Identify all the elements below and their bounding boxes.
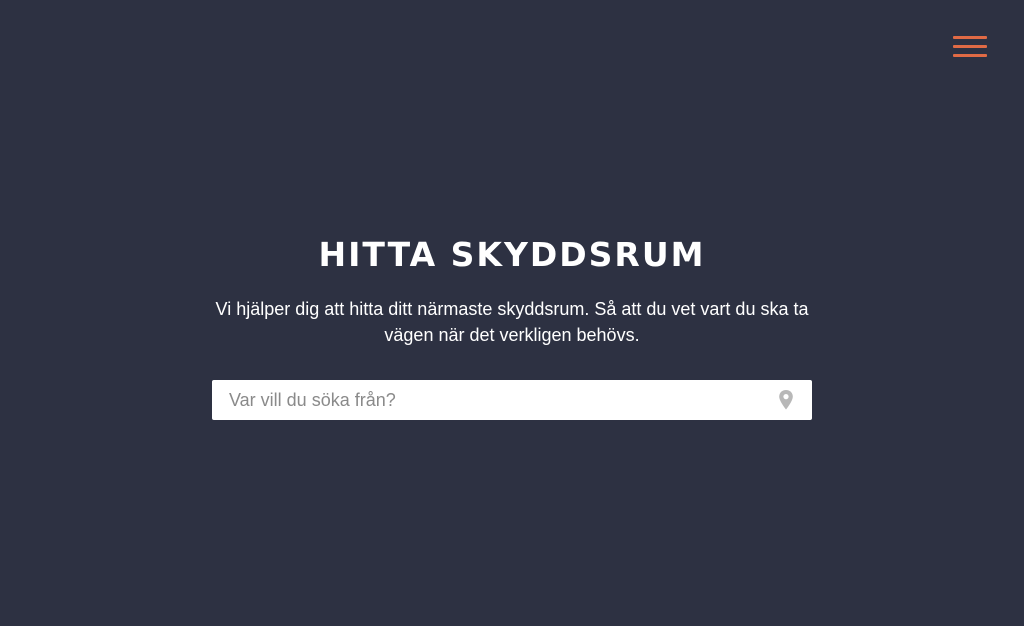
page-title: HITTA SKYDDSRUM	[318, 235, 706, 274]
hamburger-menu-icon	[953, 36, 987, 39]
menu-bar-bottom	[953, 54, 987, 57]
menu-button[interactable]	[952, 34, 988, 60]
hero-section: HITTA SKYDDSRUM Vi hjälper dig att hitta…	[0, 236, 1024, 348]
map-pin-icon[interactable]	[777, 389, 795, 411]
hero-description: Vi hjälper dig att hitta ditt närmaste s…	[215, 299, 809, 345]
menu-bar-middle	[953, 45, 987, 48]
search-input[interactable]	[212, 380, 772, 420]
search-box	[212, 380, 812, 420]
